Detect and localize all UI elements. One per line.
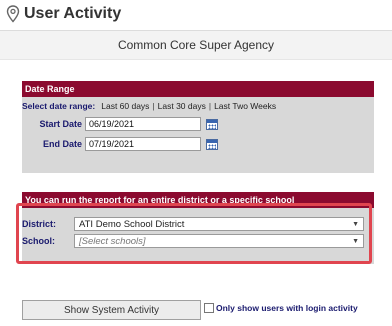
range-option-two-weeks[interactable]: Last Two Weeks (214, 101, 276, 111)
header-bar: User Activity (0, 0, 392, 28)
agency-name: Common Core Super Agency (117, 38, 275, 52)
calendar-icon[interactable] (206, 118, 218, 130)
district-row: District: ATI Demo School District ▼ (22, 217, 367, 231)
district-school-panel: District: ATI Demo School District ▼ Sch… (22, 208, 374, 264)
show-system-activity-button[interactable]: Show System Activity (22, 300, 201, 320)
agency-bar: Common Core Super Agency (0, 30, 392, 60)
district-label: District: (22, 219, 57, 229)
school-placeholder: [Select schools] (79, 235, 146, 247)
end-date-input[interactable] (85, 137, 201, 151)
date-range-panel: Select date range: Last 60 days | Last 3… (22, 97, 374, 173)
start-date-input[interactable] (85, 117, 201, 131)
location-pin-icon (6, 5, 20, 23)
login-activity-checkbox[interactable] (204, 303, 214, 313)
date-range-heading: Date Range (22, 81, 374, 97)
login-activity-option: Only show users with login activity (204, 303, 358, 313)
start-date-row: Start Date (22, 117, 218, 131)
range-option-60-days[interactable]: Last 60 days (101, 101, 149, 111)
page-title: User Activity (24, 5, 122, 22)
district-value: ATI Demo School District (79, 218, 185, 230)
school-label: School: (22, 236, 55, 246)
school-row: School: [Select schools] ▼ (22, 234, 367, 248)
login-activity-label[interactable]: Only show users with login activity (216, 303, 358, 313)
end-date-row: End Date (22, 137, 218, 151)
scope-heading: You can run the report for an entire dis… (22, 192, 374, 208)
calendar-icon[interactable] (206, 138, 218, 150)
range-option-30-days[interactable]: Last 30 days (158, 101, 206, 111)
range-separator: | (152, 101, 155, 111)
district-select[interactable]: ATI Demo School District ▼ (74, 217, 364, 231)
dropdown-arrow-icon: ▼ (352, 220, 359, 228)
date-range-selector: Select date range: Last 60 days | Last 3… (22, 100, 276, 112)
start-date-label: Start Date (39, 119, 82, 129)
end-date-label: End Date (42, 139, 82, 149)
range-separator: | (208, 101, 212, 111)
dropdown-arrow-icon: ▼ (352, 237, 359, 245)
select-date-range-label: Select date range: (22, 101, 96, 111)
school-select[interactable]: [Select schools] ▼ (74, 234, 364, 248)
